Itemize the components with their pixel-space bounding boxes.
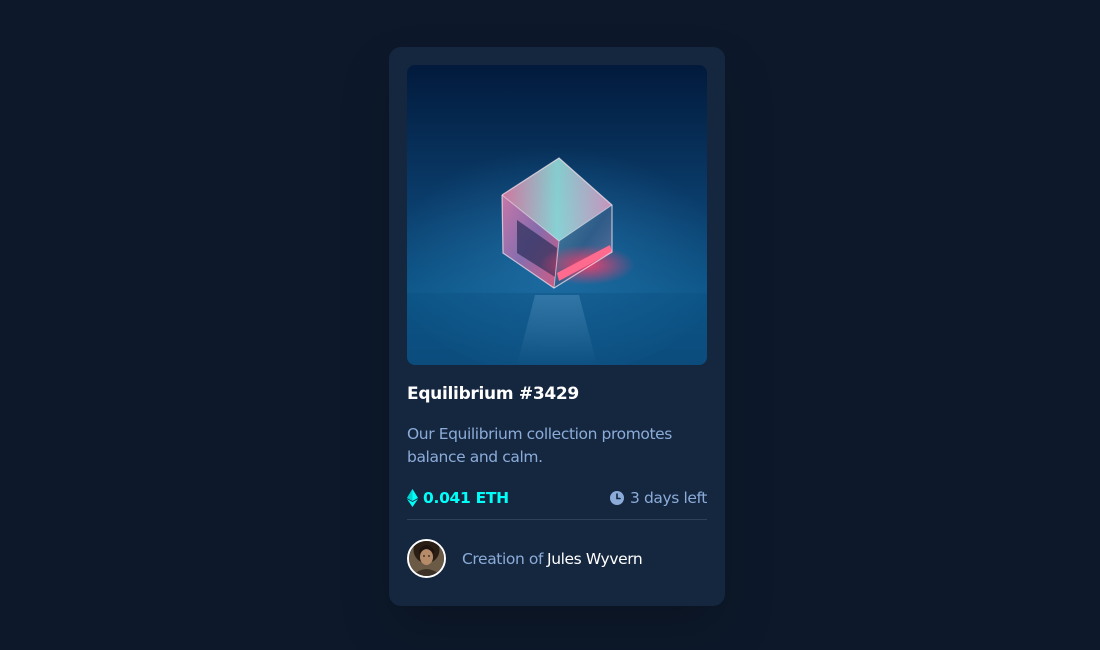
card-description: Our Equilibrium collection promotes bala…: [407, 425, 672, 466]
time-left-value: 3 days left: [629, 489, 707, 507]
price: 0.041 ETH: [407, 489, 509, 507]
ethereum-icon: [407, 489, 418, 507]
creator-name-link[interactable]: Jules Wyvern: [547, 550, 643, 568]
nft-preview-card: Equilibrium #3429 Our Equilibrium collec…: [389, 47, 725, 606]
creator-prefix: Creation of: [462, 549, 544, 568]
price-value: 0.041 ETH: [423, 489, 509, 507]
creator-credit: Creation of Jules Wyvern: [462, 549, 643, 568]
clock-icon: [609, 491, 624, 505]
glass-cube-image: [407, 65, 707, 365]
time-left: 3 days left: [609, 489, 707, 507]
creator-row: Creation of Jules Wyvern: [407, 539, 707, 578]
creator-avatar-image: [409, 541, 444, 576]
avatar: [407, 539, 446, 578]
card-stats: 0.041 ETH 3 days left: [407, 486, 707, 510]
nft-image[interactable]: [407, 65, 707, 365]
divider: [407, 519, 707, 520]
card-title[interactable]: Equilibrium #3429: [407, 383, 707, 405]
